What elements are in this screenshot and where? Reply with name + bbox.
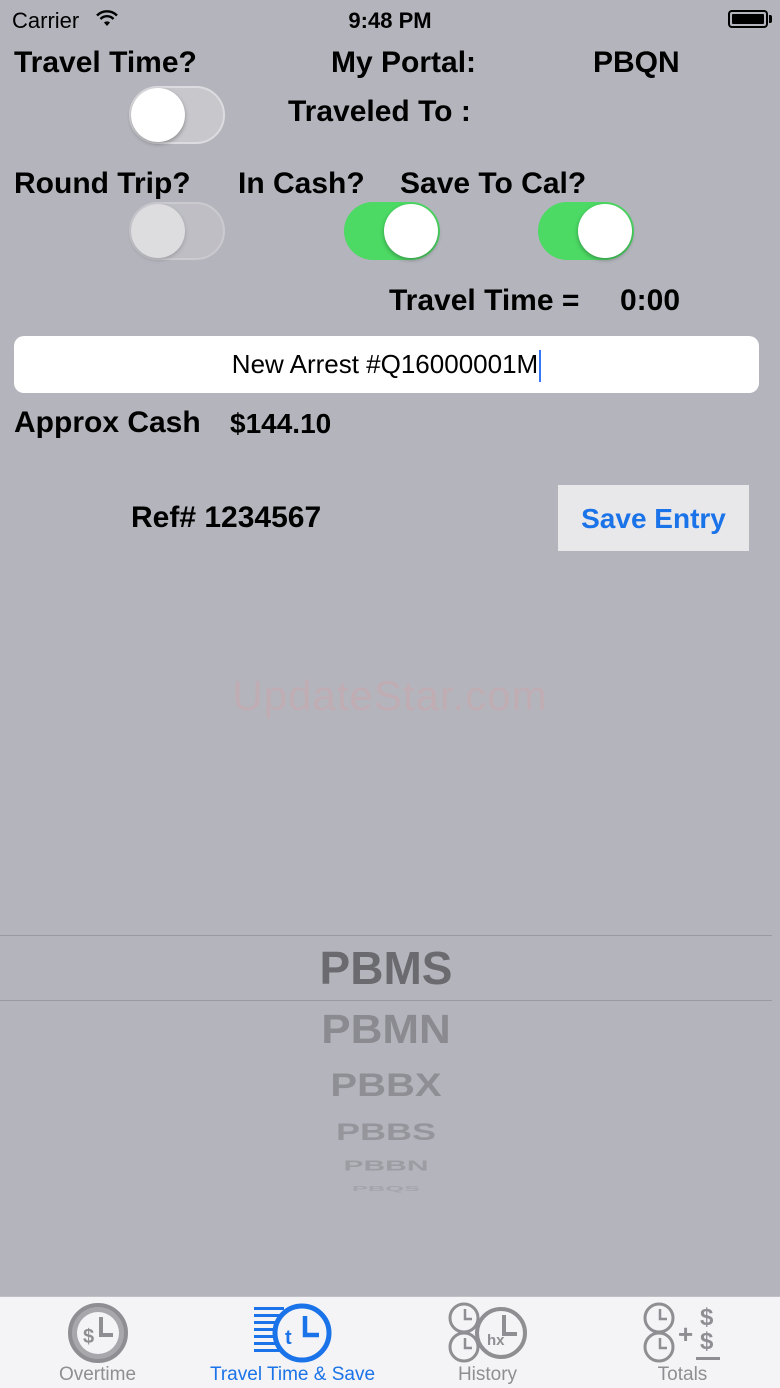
picker-item[interactable]: PBBX bbox=[0, 1067, 772, 1104]
approx-cash-value: $144.10 bbox=[230, 408, 332, 439]
travel-time-equals-label: Travel Time = bbox=[389, 284, 580, 317]
my-portal-label: My Portal: bbox=[331, 46, 477, 79]
svg-text:+: + bbox=[678, 1319, 693, 1349]
save-to-cal-question: Save To Cal? bbox=[400, 167, 587, 200]
battery-tip bbox=[769, 15, 772, 23]
travel-time-icon: t bbox=[253, 1303, 331, 1363]
watermark: UpdateStar.com bbox=[232, 672, 548, 719]
picker-item[interactable]: PBMN bbox=[0, 1007, 772, 1053]
tab-label: History bbox=[457, 1364, 518, 1385]
overtime-clock-dollar-icon: $ bbox=[67, 1303, 128, 1363]
travel-time-question: Travel Time? bbox=[14, 46, 197, 79]
toggle-knob bbox=[131, 204, 185, 258]
battery-icon bbox=[728, 10, 768, 28]
picker-selected-item[interactable]: PBMS bbox=[0, 941, 772, 995]
save-entry-button[interactable]: Save Entry bbox=[558, 485, 749, 551]
clock-label: 9:48 PM bbox=[348, 8, 432, 33]
tab-totals[interactable]: + $ $ Totals bbox=[585, 1297, 780, 1388]
svg-text:$: $ bbox=[700, 1328, 714, 1355]
travel-time-toggle[interactable] bbox=[129, 86, 225, 144]
svg-text:$: $ bbox=[700, 1304, 714, 1331]
toggle-knob bbox=[578, 204, 632, 258]
tab-bar: $ Overtime t Travel Time & Save hx Histo… bbox=[0, 1296, 780, 1388]
tab-label: Totals bbox=[657, 1364, 708, 1385]
toggle-knob bbox=[131, 88, 185, 142]
totals-clocks-plus-dollar-icon: + $ $ bbox=[643, 1302, 720, 1363]
approx-cash-label: Approx Cash bbox=[14, 406, 201, 439]
tab-travel-time-save[interactable]: t Travel Time & Save bbox=[195, 1297, 390, 1388]
round-trip-toggle[interactable] bbox=[129, 202, 225, 260]
svg-text:hx: hx bbox=[487, 1332, 505, 1349]
tab-history[interactable]: hx History bbox=[390, 1297, 585, 1388]
text-caret bbox=[539, 350, 542, 383]
picker-item[interactable]: PBQS bbox=[0, 1185, 772, 1194]
portal-value: PBQN bbox=[593, 46, 680, 79]
svg-text:$: $ bbox=[83, 1326, 94, 1348]
save-to-cal-toggle[interactable] bbox=[538, 202, 634, 260]
in-cash-toggle[interactable] bbox=[344, 202, 440, 260]
in-cash-question: In Cash? bbox=[238, 167, 365, 200]
entry-field-text: New Arrest #Q16000001M bbox=[231, 349, 539, 379]
status-bar: Carrier 9:48 PM bbox=[0, 0, 780, 40]
tab-overtime[interactable]: $ Overtime bbox=[0, 1297, 195, 1388]
svg-text:t: t bbox=[285, 1327, 292, 1349]
tab-label: Travel Time & Save bbox=[209, 1364, 376, 1385]
picker-item[interactable]: PBBS bbox=[0, 1118, 772, 1147]
portal-picker[interactable]: PBMS PBMN PBBX PBBS PBBN PBQS bbox=[0, 925, 780, 1215]
travel-time-value: 0:00 bbox=[620, 284, 681, 317]
traveled-to-label: Traveled To : bbox=[288, 95, 471, 128]
tab-label: Overtime bbox=[58, 1364, 137, 1385]
picker-item[interactable]: PBBN bbox=[0, 1158, 772, 1175]
round-trip-question: Round Trip? bbox=[14, 167, 191, 200]
toggle-knob bbox=[384, 204, 438, 258]
reference-number: Ref# 1234567 bbox=[131, 501, 322, 534]
entry-description-field[interactable]: New Arrest #Q16000001M bbox=[14, 336, 759, 393]
history-clocks-icon: hx bbox=[448, 1302, 527, 1363]
